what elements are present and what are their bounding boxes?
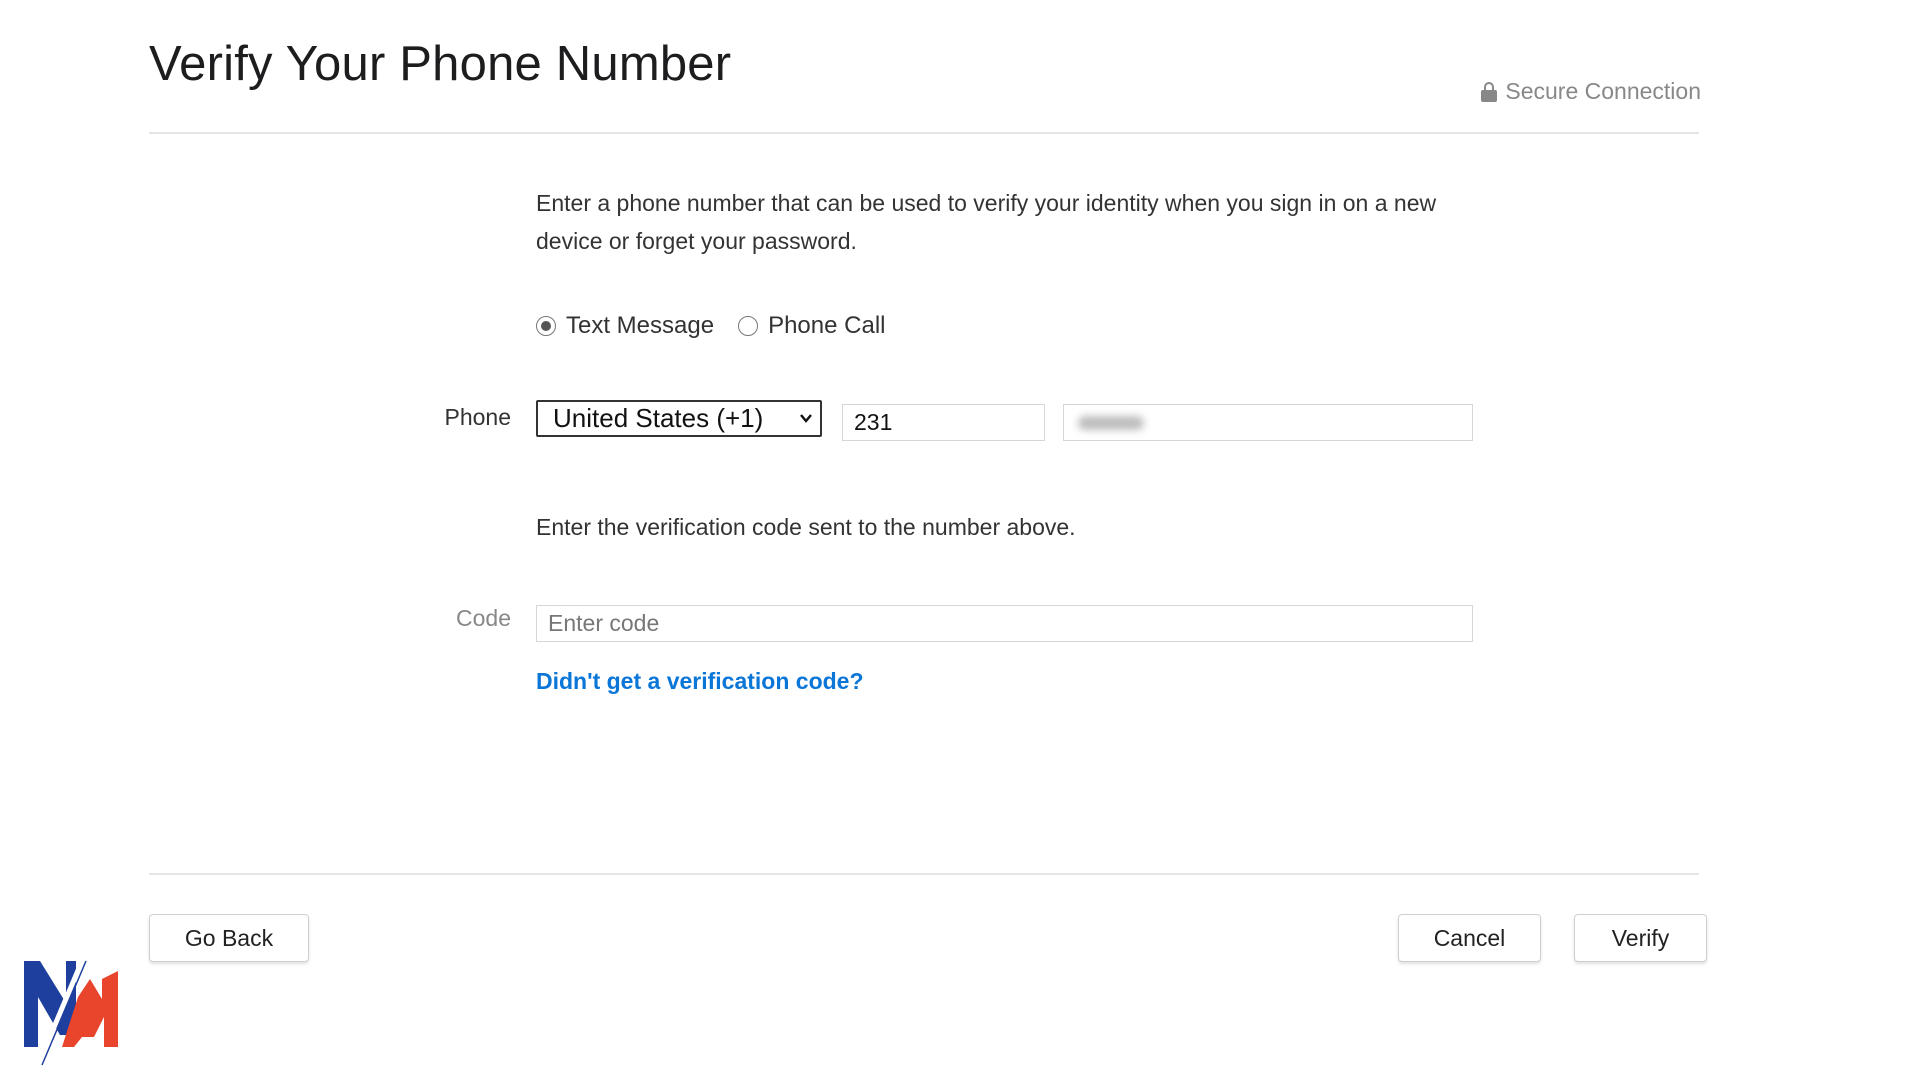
page-title: Verify Your Phone Number	[149, 37, 732, 91]
radio-phone-call[interactable]: Phone Call	[738, 312, 886, 340]
radio-selected-icon[interactable]	[536, 316, 556, 336]
phone-number-input[interactable]	[1063, 404, 1473, 441]
secure-connection-label: Secure Connection	[1505, 78, 1701, 104]
code-prompt-text: Enter the verification code sent to the …	[536, 514, 1076, 540]
intro-text: Enter a phone number that can be used to…	[536, 190, 1437, 254]
verification-code-input[interactable]: Enter code	[536, 605, 1473, 642]
area-code-value: 231	[854, 409, 893, 435]
radio-phone-call-label: Phone Call	[768, 312, 886, 339]
footer-divider	[149, 873, 1699, 875]
brand-logo-icon	[24, 960, 118, 1066]
country-code-value: United States (+1)	[553, 403, 764, 433]
go-back-button[interactable]: Go Back	[149, 914, 309, 962]
blurred-phone-number	[1078, 415, 1144, 430]
radio-text-message[interactable]: Text Message	[536, 312, 714, 340]
chevron-down-icon	[800, 414, 812, 423]
secure-connection-indicator: Secure Connection	[1481, 78, 1701, 105]
cancel-button[interactable]: Cancel	[1398, 914, 1541, 962]
radio-unselected-icon[interactable]	[738, 316, 759, 336]
radio-text-message-label: Text Message	[566, 312, 715, 339]
code-placeholder: Enter code	[548, 610, 660, 636]
verify-phone-page: Verify Your Phone Number Secure Connecti…	[0, 0, 1920, 1080]
lock-icon	[1481, 81, 1498, 102]
code-label: Code	[456, 605, 511, 631]
verify-button[interactable]: Verify	[1574, 914, 1707, 962]
country-code-select[interactable]: United States (+1)	[536, 400, 822, 437]
verification-method-group: Text Message Phone Call	[536, 312, 886, 340]
resend-code-link[interactable]: Didn't get a verification code?	[536, 668, 864, 695]
phone-label: Phone	[444, 404, 511, 430]
header-divider	[149, 132, 1699, 134]
area-code-input[interactable]: 231	[842, 404, 1045, 441]
